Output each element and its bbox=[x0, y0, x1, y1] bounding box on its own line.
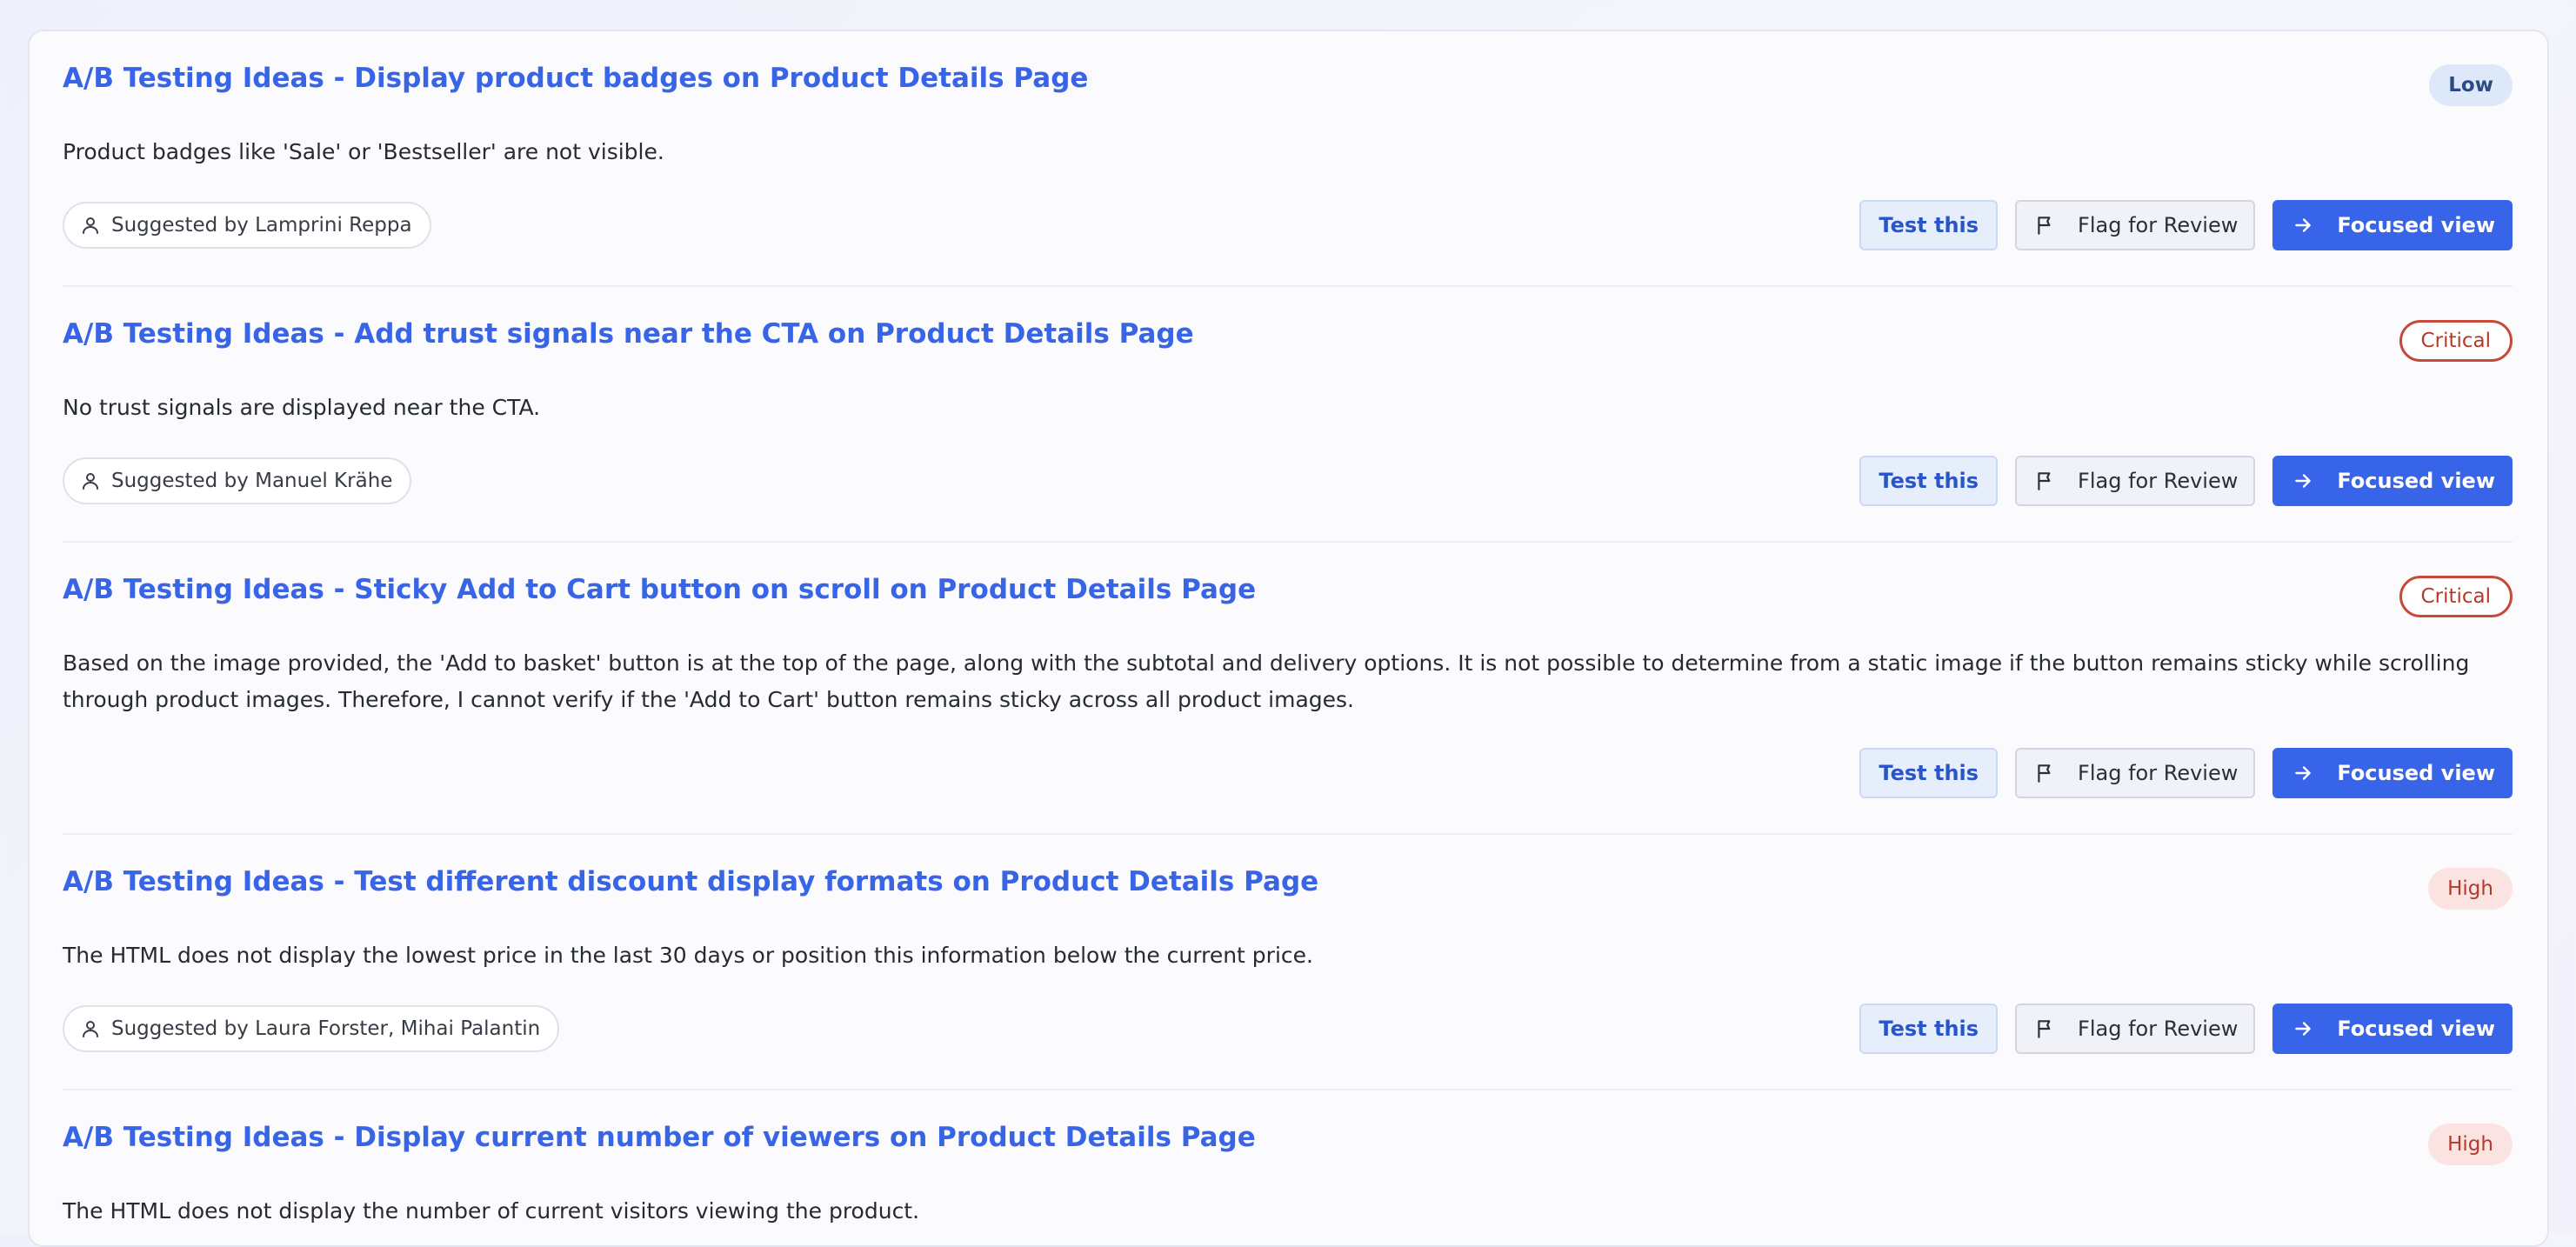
idea-description: The HTML does not display the lowest pri… bbox=[63, 943, 1313, 968]
idea-card: A/B Testing Ideas - Display product badg… bbox=[63, 31, 2513, 287]
test-this-button[interactable]: Test this bbox=[1859, 456, 1999, 506]
suggested-by-chip: Suggested by Manuel Krähe bbox=[63, 457, 412, 504]
idea-description: No trust signals are displayed near the … bbox=[63, 395, 541, 420]
flag-for-review-button[interactable]: Flag for Review bbox=[2015, 200, 2256, 250]
test-this-button[interactable]: Test this bbox=[1859, 200, 1999, 250]
focused-view-button[interactable]: Focused view bbox=[2272, 748, 2513, 798]
focused-view-label: Focused view bbox=[2337, 213, 2495, 237]
idea-actions: Test this Flag for Review Focused view bbox=[1859, 200, 2513, 250]
idea-title[interactable]: A/B Testing Ideas - Display product badg… bbox=[63, 63, 1088, 94]
flag-icon bbox=[2038, 764, 2051, 783]
focused-view-button[interactable]: Focused view bbox=[2272, 200, 2513, 250]
idea-description: Product badges like 'Sale' or 'Bestselle… bbox=[63, 139, 664, 164]
idea-actions: Test this Flag for Review Focused view bbox=[1859, 748, 2513, 798]
idea-title[interactable]: A/B Testing Ideas - Add trust signals ne… bbox=[63, 318, 1194, 350]
flag-label: Flag for Review bbox=[2078, 469, 2239, 493]
focused-view-label: Focused view bbox=[2337, 761, 2495, 785]
focused-view-label: Focused view bbox=[2337, 469, 2495, 493]
priority-badge: Low bbox=[2429, 64, 2513, 106]
priority-badge: High bbox=[2428, 1124, 2513, 1165]
idea-title[interactable]: A/B Testing Ideas - Test different disco… bbox=[63, 866, 1318, 897]
priority-badge: Critical bbox=[2399, 576, 2513, 617]
idea-actions: Test this Flag for Review Focused view bbox=[1859, 1004, 2513, 1054]
ideas-panel: A/B Testing Ideas - Display product badg… bbox=[28, 30, 2549, 1247]
suggested-by-chip: Suggested by Laura Forster, Mihai Palant… bbox=[63, 1005, 560, 1052]
suggested-by-text: Suggested by Manuel Krähe bbox=[111, 470, 393, 492]
idea-card: A/B Testing Ideas - Display current numb… bbox=[63, 1090, 2513, 1245]
focused-view-button[interactable]: Focused view bbox=[2272, 1004, 2513, 1054]
idea-card: A/B Testing Ideas - Add trust signals ne… bbox=[63, 287, 2513, 543]
arrow-right-icon bbox=[2295, 474, 2312, 488]
flag-label: Flag for Review bbox=[2078, 761, 2239, 785]
idea-title[interactable]: A/B Testing Ideas - Sticky Add to Cart b… bbox=[63, 574, 1256, 605]
ideas-list: A/B Testing Ideas - Display product badg… bbox=[30, 31, 2547, 1245]
priority-badge: Critical bbox=[2399, 320, 2513, 362]
idea-actions: Test this Flag for Review Focused view bbox=[1859, 456, 2513, 506]
arrow-right-icon bbox=[2295, 766, 2312, 780]
idea-card: A/B Testing Ideas - Test different disco… bbox=[63, 835, 2513, 1090]
user-icon bbox=[83, 1021, 98, 1037]
suggested-by-text: Suggested by Lamprini Reppa bbox=[111, 214, 412, 237]
test-this-button[interactable]: Test this bbox=[1859, 748, 1999, 798]
focused-view-label: Focused view bbox=[2337, 1017, 2495, 1041]
flag-icon bbox=[2038, 472, 2051, 490]
flag-label: Flag for Review bbox=[2078, 1017, 2239, 1041]
suggested-by-text: Suggested by Laura Forster, Mihai Palant… bbox=[111, 1017, 541, 1040]
idea-card: A/B Testing Ideas - Sticky Add to Cart b… bbox=[63, 543, 2513, 835]
flag-for-review-button[interactable]: Flag for Review bbox=[2015, 456, 2256, 506]
idea-description: The HTML does not display the number of … bbox=[63, 1198, 920, 1224]
arrow-right-icon bbox=[2295, 1022, 2312, 1036]
priority-badge: High bbox=[2428, 868, 2513, 910]
arrow-right-icon bbox=[2295, 218, 2312, 232]
idea-title[interactable]: A/B Testing Ideas - Display current numb… bbox=[63, 1122, 1256, 1153]
flag-for-review-button[interactable]: Flag for Review bbox=[2015, 1004, 2256, 1054]
focused-view-button[interactable]: Focused view bbox=[2272, 456, 2513, 506]
suggested-by-chip: Suggested by Lamprini Reppa bbox=[63, 202, 431, 249]
flag-icon bbox=[2038, 1020, 2051, 1038]
flag-label: Flag for Review bbox=[2078, 213, 2239, 237]
user-icon bbox=[83, 473, 98, 490]
flag-icon bbox=[2038, 217, 2051, 235]
idea-description: Based on the image provided, the 'Add to… bbox=[63, 650, 2470, 712]
test-this-button[interactable]: Test this bbox=[1859, 1004, 1999, 1054]
user-icon bbox=[83, 217, 98, 234]
flag-for-review-button[interactable]: Flag for Review bbox=[2015, 748, 2256, 798]
